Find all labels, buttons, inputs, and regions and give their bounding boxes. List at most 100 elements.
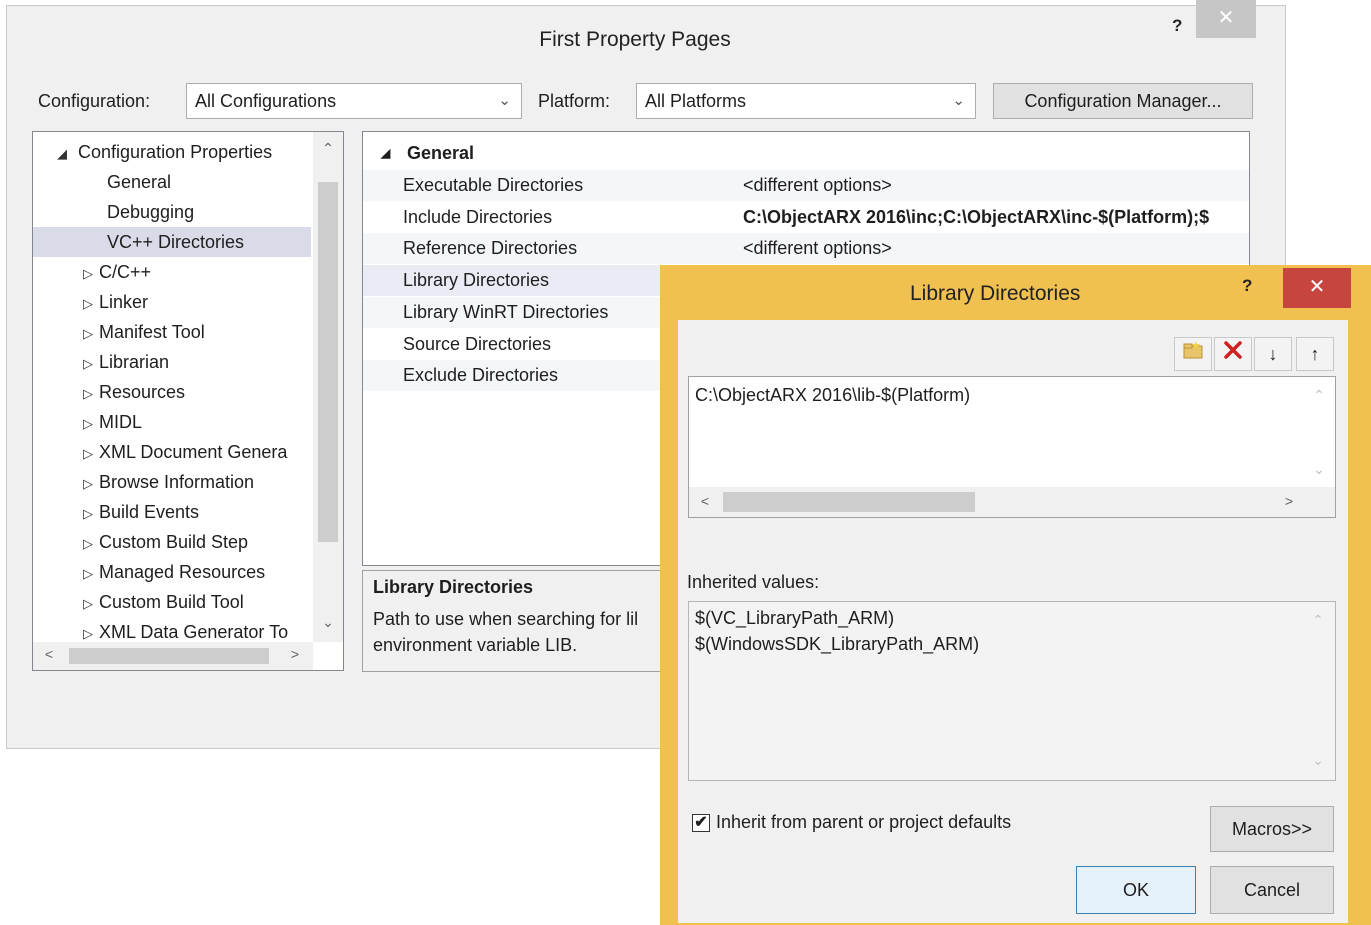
new-line-button[interactable] [1174,337,1212,371]
property-value[interactable]: <different options> [743,233,892,264]
collapse-arrow-icon[interactable]: ◢ [381,138,390,169]
scroll-left-icon[interactable]: < [695,493,715,509]
tree-item[interactable]: ▷ Librarian [77,347,169,377]
tree-root-label: Configuration Properties [78,142,273,162]
tree-item-label: MIDL [99,412,143,432]
scroll-right-icon[interactable]: > [1279,493,1299,509]
expand-arrow-icon[interactable]: ▷ [77,559,99,589]
property-name: Executable Directories [403,175,584,195]
tree-item[interactable]: ▷ Resources [77,377,185,407]
dialog-help-button[interactable]: ? [1242,276,1252,296]
tree-item-label: Custom Build Step [99,532,249,552]
inherited-value: $(WindowsSDK_LibraryPath_ARM) [695,634,980,654]
help-button[interactable]: ? [1172,16,1182,36]
tree-item[interactable]: Debugging [107,197,194,227]
description-line2: environment variable LIB. [373,635,578,655]
move-up-button[interactable]: ↑ [1296,337,1334,371]
inherit-checkbox-label[interactable]: Inherit from parent or project defaults [716,812,1011,833]
expand-arrow-icon[interactable]: ▷ [77,349,99,379]
property-value[interactable]: <different options> [743,170,892,201]
scroll-down-icon[interactable]: ⌄ [313,614,343,631]
configuration-combo[interactable]: All Configurations ⌄ [186,83,522,119]
tree-item[interactable]: VC++ Directories [33,227,311,257]
folder-new-icon [1183,341,1203,359]
dialog-title: Library Directories [910,282,1081,305]
tree-item-label: C/C++ [99,262,152,282]
tree-item-label: VC++ Directories [107,232,245,252]
tree-horizontal-scrollbar[interactable]: < > [33,642,313,670]
chevron-down-icon: ⌄ [498,92,511,109]
property-tree[interactable]: ◢ Configuration Properties General Debugg… [32,131,344,671]
tree-vertical-scrollbar[interactable]: ⌃ ⌄ [313,132,343,642]
chevron-down-icon: ⌄ [952,92,965,109]
tree-item-label: Linker [99,292,149,312]
expand-arrow-icon[interactable]: ▷ [77,379,99,409]
grid-row[interactable]: Include Directories C:\ObjectARX 2016\inc… [363,202,1249,233]
platform-combo[interactable]: All Platforms ⌄ [636,83,976,119]
property-name: Exclude Directories [403,365,559,386]
scroll-thumb[interactable] [69,648,269,664]
platform-value: All Platforms [645,91,747,111]
scroll-up-icon[interactable]: ⌃ [1303,612,1333,629]
tree-item[interactable]: ▷ C/C++ [77,257,151,287]
description-title: Library Directories [373,577,534,597]
dialog-close-button[interactable]: ✕ [1283,268,1351,308]
tree-item[interactable]: ▷ Build Events [77,497,199,527]
expand-arrow-icon[interactable]: ▷ [77,469,99,499]
tree-item[interactable]: ▷ Linker [77,287,148,317]
grid-row[interactable]: Reference Directories <different options> [363,233,1249,265]
scroll-up-icon[interactable]: ⌃ [1303,387,1335,404]
arrow-up-icon: ↑ [1310,344,1320,364]
tree-item[interactable]: General [107,167,171,197]
delete-line-button[interactable] [1214,337,1252,371]
tree-item[interactable]: ▷ Manifest Tool [77,317,205,347]
expand-arrow-icon[interactable]: ▷ [77,499,99,529]
ok-button[interactable]: OK [1076,866,1196,914]
cancel-button[interactable]: Cancel [1210,866,1334,914]
tree-item[interactable]: ▷ Custom Build Tool [77,587,244,617]
grid-row[interactable]: Executable Directories <different options… [363,170,1249,201]
tree-item[interactable]: ▷ Custom Build Step [77,527,248,557]
tree-item-label: Debugging [107,202,195,222]
tree-item-label: Managed Resources [99,562,266,582]
scroll-thumb[interactable] [318,182,338,542]
move-down-button[interactable]: ↓ [1254,337,1292,371]
tree-item-label: Browse Information [99,472,255,492]
delete-x-icon [1224,341,1242,359]
tree-root[interactable]: ◢ Configuration Properties [51,137,272,167]
property-name: Reference Directories [403,238,578,259]
directories-edit-box[interactable]: C:\ObjectARX 2016\lib-$(Platform) ⌃ ⌄ < … [688,376,1336,518]
macros-button[interactable]: Macros>> [1210,806,1334,852]
expand-arrow-icon[interactable]: ▷ [77,259,99,289]
scroll-down-icon[interactable]: ⌄ [1303,752,1333,769]
scroll-left-icon[interactable]: < [39,646,59,662]
tree-item-label: Resources [99,382,186,402]
configuration-manager-button[interactable]: Configuration Manager... [993,83,1253,119]
property-name: Include Directories [403,206,553,227]
configuration-label: Configuration: [38,91,151,111]
collapse-arrow-icon[interactable]: ◢ [51,139,73,169]
edit-horizontal-scrollbar[interactable]: < > [689,487,1335,517]
scroll-right-icon[interactable]: > [285,646,305,662]
tree-item[interactable]: ▷ XML Document Genera [77,437,287,467]
edit-vertical-scrollbar[interactable]: ⌃ ⌄ [1303,377,1335,487]
expand-arrow-icon[interactable]: ▷ [77,319,99,349]
expand-arrow-icon[interactable]: ▷ [77,529,99,559]
scroll-thumb[interactable] [723,492,975,512]
tree-item[interactable]: ▷ Managed Resources [77,557,265,587]
expand-arrow-icon[interactable]: ▷ [77,439,99,469]
scroll-up-icon[interactable]: ⌃ [313,140,343,157]
scroll-down-icon[interactable]: ⌄ [1303,461,1335,478]
directory-entry[interactable]: C:\ObjectARX 2016\lib-$(Platform) [695,385,970,406]
tree-item[interactable]: ▷ MIDL [77,407,142,437]
inherit-checkbox[interactable]: ✔ [692,814,710,832]
grid-section-header[interactable]: ◢ General [363,138,1249,169]
inherited-values-list: $(VC_LibraryPath_ARM) $(WindowsSDK_Libra… [688,601,1336,781]
expand-arrow-icon[interactable]: ▷ [77,289,99,319]
tree-item[interactable]: ▷ Browse Information [77,467,254,497]
tree-item-label: Manifest Tool [99,322,205,342]
property-value[interactable]: C:\ObjectARX 2016\inc;C:\ObjectARX\inc-$… [743,202,1209,233]
close-button[interactable]: ✕ [1196,0,1256,38]
expand-arrow-icon[interactable]: ▷ [77,409,99,439]
expand-arrow-icon[interactable]: ▷ [77,589,99,619]
